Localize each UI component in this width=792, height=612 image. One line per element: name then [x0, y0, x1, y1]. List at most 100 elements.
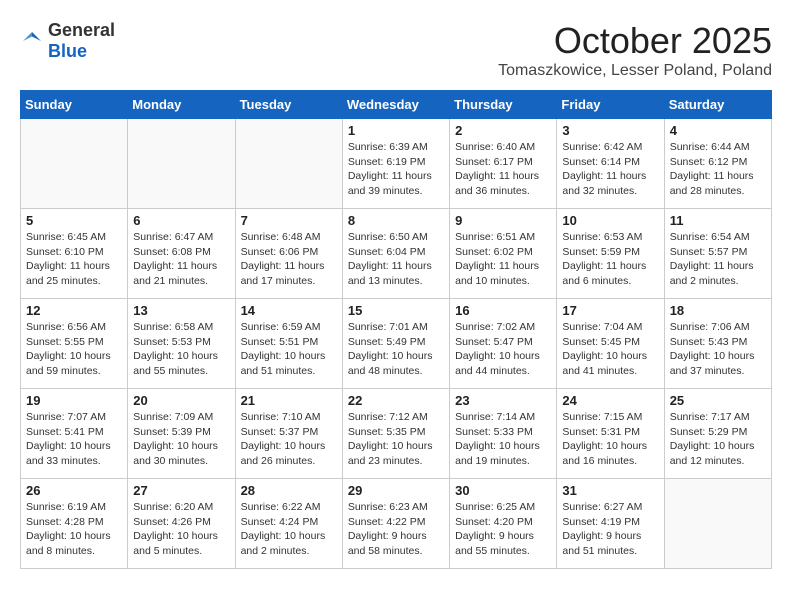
day-info: Sunrise: 7:01 AM Sunset: 5:49 PM Dayligh…: [348, 320, 444, 379]
day-number: 28: [241, 483, 337, 498]
day-number: 24: [562, 393, 658, 408]
day-number: 13: [133, 303, 229, 318]
day-info: Sunrise: 7:12 AM Sunset: 5:35 PM Dayligh…: [348, 410, 444, 469]
calendar-body: 1Sunrise: 6:39 AM Sunset: 6:19 PM Daylig…: [21, 119, 772, 569]
day-info: Sunrise: 6:48 AM Sunset: 6:06 PM Dayligh…: [241, 230, 337, 289]
calendar-cell: 25 Sunrise: 7:17 AM Sunset: 5:29 PM Dayli…: [664, 389, 771, 479]
calendar-week-row: 26 Sunrise: 6:19 AM Sunset: 4:28 PM Dayli…: [21, 479, 772, 569]
day-info: Sunrise: 6:25 AM Sunset: 4:20 PM Dayligh…: [455, 500, 551, 559]
day-info: Sunrise: 6:58 AM Sunset: 5:53 PM Dayligh…: [133, 320, 229, 379]
day-info: Sunrise: 6:44 AM Sunset: 6:12 PM Dayligh…: [670, 140, 766, 199]
day-number: 21: [241, 393, 337, 408]
weekday-header-thursday: Thursday: [450, 91, 557, 119]
calendar-cell: 12 Sunrise: 6:56 AM Sunset: 5:55 PM Dayli…: [21, 299, 128, 389]
calendar-week-row: 12 Sunrise: 6:56 AM Sunset: 5:55 PM Dayli…: [21, 299, 772, 389]
day-info: Sunrise: 6:27 AM Sunset: 4:19 PM Dayligh…: [562, 500, 658, 559]
calendar-cell: 6 Sunrise: 6:47 AM Sunset: 6:08 PM Daylig…: [128, 209, 235, 299]
day-info: Sunrise: 7:17 AM Sunset: 5:29 PM Dayligh…: [670, 410, 766, 469]
calendar-cell: 9 Sunrise: 6:51 AM Sunset: 6:02 PM Daylig…: [450, 209, 557, 299]
logo-wordmark: General Blue: [48, 20, 115, 62]
calendar-cell: [235, 119, 342, 209]
day-info: Sunrise: 7:10 AM Sunset: 5:37 PM Dayligh…: [241, 410, 337, 469]
location: Tomaszkowice, Lesser Poland, Poland: [498, 62, 772, 80]
day-number: 7: [241, 213, 337, 228]
calendar-cell: 14 Sunrise: 6:59 AM Sunset: 5:51 PM Dayli…: [235, 299, 342, 389]
calendar-cell: 20 Sunrise: 7:09 AM Sunset: 5:39 PM Dayli…: [128, 389, 235, 479]
calendar-cell: 24Sunrise: 7:15 AM Sunset: 5:31 PM Dayli…: [557, 389, 664, 479]
calendar-cell: 17 Sunrise: 7:04 AM Sunset: 5:45 PM Dayli…: [557, 299, 664, 389]
day-number: 14: [241, 303, 337, 318]
day-number: 2: [455, 123, 551, 138]
day-info: Sunrise: 6:20 AM Sunset: 4:26 PM Dayligh…: [133, 500, 229, 559]
weekday-header-tuesday: Tuesday: [235, 91, 342, 119]
calendar-cell: 4Sunrise: 6:44 AM Sunset: 6:12 PM Daylig…: [664, 119, 771, 209]
day-info: Sunrise: 6:59 AM Sunset: 5:51 PM Dayligh…: [241, 320, 337, 379]
day-number: 30: [455, 483, 551, 498]
calendar-cell: 15 Sunrise: 7:01 AM Sunset: 5:49 PM Dayli…: [342, 299, 449, 389]
calendar-cell: 11Sunrise: 6:54 AM Sunset: 5:57 PM Dayli…: [664, 209, 771, 299]
calendar-cell: 3Sunrise: 6:42 AM Sunset: 6:14 PM Daylig…: [557, 119, 664, 209]
weekday-header-friday: Friday: [557, 91, 664, 119]
day-info: Sunrise: 6:56 AM Sunset: 5:55 PM Dayligh…: [26, 320, 122, 379]
day-number: 3: [562, 123, 658, 138]
day-number: 5: [26, 213, 122, 228]
day-info: Sunrise: 6:19 AM Sunset: 4:28 PM Dayligh…: [26, 500, 122, 559]
month-title: October 2025: [498, 20, 772, 62]
weekday-header-monday: Monday: [128, 91, 235, 119]
day-number: 25: [670, 393, 766, 408]
day-info: Sunrise: 7:06 AM Sunset: 5:43 PM Dayligh…: [670, 320, 766, 379]
day-number: 17: [562, 303, 658, 318]
logo-icon: [20, 29, 44, 53]
calendar-cell: 28 Sunrise: 6:22 AM Sunset: 4:24 PM Dayli…: [235, 479, 342, 569]
day-number: 29: [348, 483, 444, 498]
logo-blue: Blue: [48, 41, 87, 61]
day-number: 8: [348, 213, 444, 228]
calendar-cell: [128, 119, 235, 209]
day-info: Sunrise: 6:39 AM Sunset: 6:19 PM Dayligh…: [348, 140, 444, 199]
calendar-cell: 30 Sunrise: 6:25 AM Sunset: 4:20 PM Dayli…: [450, 479, 557, 569]
calendar-cell: 31Sunrise: 6:27 AM Sunset: 4:19 PM Dayli…: [557, 479, 664, 569]
day-number: 26: [26, 483, 122, 498]
day-info: Sunrise: 7:14 AM Sunset: 5:33 PM Dayligh…: [455, 410, 551, 469]
day-number: 12: [26, 303, 122, 318]
page-header: General Blue October 2025 Tomaszkowice, …: [20, 20, 772, 80]
day-number: 18: [670, 303, 766, 318]
day-number: 6: [133, 213, 229, 228]
calendar-table: SundayMondayTuesdayWednesdayThursdayFrid…: [20, 90, 772, 569]
calendar-week-row: 5 Sunrise: 6:45 AM Sunset: 6:10 PM Daylig…: [21, 209, 772, 299]
logo: General Blue: [20, 20, 115, 62]
day-info: Sunrise: 6:23 AM Sunset: 4:22 PM Dayligh…: [348, 500, 444, 559]
calendar-cell: 23Sunrise: 7:14 AM Sunset: 5:33 PM Dayli…: [450, 389, 557, 479]
calendar-cell: 19 Sunrise: 7:07 AM Sunset: 5:41 PM Dayli…: [21, 389, 128, 479]
calendar-header: SundayMondayTuesdayWednesdayThursdayFrid…: [21, 91, 772, 119]
calendar-week-row: 19 Sunrise: 7:07 AM Sunset: 5:41 PM Dayli…: [21, 389, 772, 479]
calendar-cell: 21 Sunrise: 7:10 AM Sunset: 5:37 PM Dayli…: [235, 389, 342, 479]
day-info: Sunrise: 6:51 AM Sunset: 6:02 PM Dayligh…: [455, 230, 551, 289]
day-info: Sunrise: 7:02 AM Sunset: 5:47 PM Dayligh…: [455, 320, 551, 379]
day-info: Sunrise: 6:45 AM Sunset: 6:10 PM Dayligh…: [26, 230, 122, 289]
day-info: Sunrise: 6:50 AM Sunset: 6:04 PM Dayligh…: [348, 230, 444, 289]
calendar-cell: 16 Sunrise: 7:02 AM Sunset: 5:47 PM Dayli…: [450, 299, 557, 389]
day-info: Sunrise: 7:09 AM Sunset: 5:39 PM Dayligh…: [133, 410, 229, 469]
day-info: Sunrise: 6:22 AM Sunset: 4:24 PM Dayligh…: [241, 500, 337, 559]
day-number: 19: [26, 393, 122, 408]
day-number: 15: [348, 303, 444, 318]
day-number: 20: [133, 393, 229, 408]
calendar-week-row: 1Sunrise: 6:39 AM Sunset: 6:19 PM Daylig…: [21, 119, 772, 209]
weekday-header-wednesday: Wednesday: [342, 91, 449, 119]
calendar-cell: 27Sunrise: 6:20 AM Sunset: 4:26 PM Dayli…: [128, 479, 235, 569]
calendar-cell: [664, 479, 771, 569]
weekday-header-row: SundayMondayTuesdayWednesdayThursdayFrid…: [21, 91, 772, 119]
calendar-cell: 5 Sunrise: 6:45 AM Sunset: 6:10 PM Daylig…: [21, 209, 128, 299]
day-info: Sunrise: 6:47 AM Sunset: 6:08 PM Dayligh…: [133, 230, 229, 289]
day-number: 9: [455, 213, 551, 228]
calendar-cell: 26 Sunrise: 6:19 AM Sunset: 4:28 PM Dayli…: [21, 479, 128, 569]
day-number: 16: [455, 303, 551, 318]
calendar-cell: 13 Sunrise: 6:58 AM Sunset: 5:53 PM Dayli…: [128, 299, 235, 389]
day-info: Sunrise: 7:07 AM Sunset: 5:41 PM Dayligh…: [26, 410, 122, 469]
calendar-cell: 7 Sunrise: 6:48 AM Sunset: 6:06 PM Daylig…: [235, 209, 342, 299]
calendar-cell: 8 Sunrise: 6:50 AM Sunset: 6:04 PM Daylig…: [342, 209, 449, 299]
day-info: Sunrise: 7:04 AM Sunset: 5:45 PM Dayligh…: [562, 320, 658, 379]
weekday-header-sunday: Sunday: [21, 91, 128, 119]
calendar-cell: [21, 119, 128, 209]
